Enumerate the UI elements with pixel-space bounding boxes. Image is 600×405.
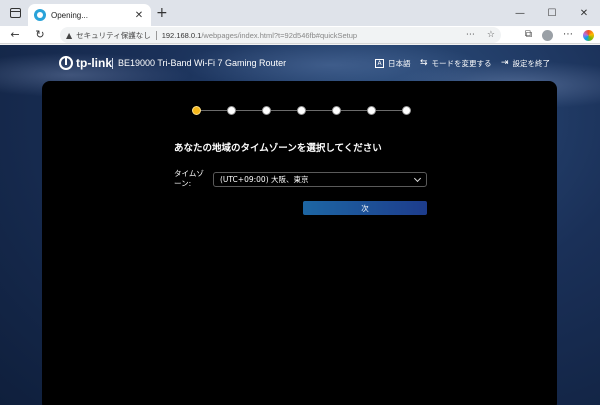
language-selector[interactable]: A 日本語 bbox=[375, 58, 411, 69]
tplink-logo-icon bbox=[59, 56, 73, 70]
window-menu-icon[interactable] bbox=[10, 8, 21, 18]
timezone-label: タイムゾーン: bbox=[174, 169, 204, 188]
tplink-favicon-icon bbox=[34, 9, 46, 21]
more-dots-icon[interactable]: ⋯ bbox=[466, 30, 475, 40]
url-separator bbox=[155, 30, 157, 40]
browser-titlebar: Opening... ✕ + — ☐ ✕ bbox=[0, 0, 600, 26]
security-label[interactable]: セキュリティ保護なし bbox=[76, 30, 151, 41]
browser-tools: ⧉ ⋯ bbox=[525, 27, 594, 43]
exit-icon: ⇥ bbox=[501, 58, 509, 68]
change-mode-button[interactable]: ⇆ モードを変更する bbox=[420, 58, 492, 69]
collections-icon[interactable]: ⧉ bbox=[525, 30, 532, 40]
language-label: 日本語 bbox=[388, 59, 411, 68]
url-host[interactable]: 192.168.0.1 bbox=[162, 31, 202, 40]
step-1 bbox=[192, 106, 201, 115]
step-2 bbox=[227, 106, 236, 115]
back-button[interactable]: ← bbox=[8, 27, 22, 42]
tab-title: Opening... bbox=[51, 10, 88, 20]
timezone-select[interactable]: (UTC+09:00) 大阪、東京 bbox=[213, 172, 427, 187]
logo-text: tp-link bbox=[76, 56, 112, 70]
menu-dots-icon[interactable]: ⋯ bbox=[563, 30, 573, 40]
router-header: tp-link BE19000 Tri-Band Wi-Fi 7 Gaming … bbox=[0, 45, 600, 83]
exit-setup-button[interactable]: ⇥ 設定を終了 bbox=[501, 58, 550, 69]
url-actions: ⋯ ☆ bbox=[466, 27, 495, 43]
step-6 bbox=[367, 106, 376, 115]
language-icon: A bbox=[375, 59, 384, 68]
minimize-button[interactable]: — bbox=[504, 0, 536, 26]
header-divider bbox=[112, 58, 113, 69]
copilot-icon[interactable] bbox=[583, 29, 594, 41]
step-5 bbox=[332, 106, 341, 115]
window-controls: — ☐ ✕ bbox=[504, 0, 600, 26]
tab-close-icon[interactable]: ✕ bbox=[133, 10, 145, 21]
step-3 bbox=[262, 106, 271, 115]
close-window-button[interactable]: ✕ bbox=[568, 0, 600, 26]
maximize-button[interactable]: ☐ bbox=[536, 0, 568, 26]
router-page: tp-link BE19000 Tri-Band Wi-Fi 7 Gaming … bbox=[0, 45, 600, 405]
step-7 bbox=[402, 106, 411, 115]
change-mode-label: モードを変更する bbox=[431, 59, 492, 68]
favorite-star-icon[interactable]: ☆ bbox=[487, 30, 495, 40]
setup-panel: あなたの地域のタイムゾーンを選択してください タイムゾーン: (UTC+09:0… bbox=[42, 81, 557, 405]
profile-avatar[interactable] bbox=[542, 29, 553, 41]
refresh-button[interactable]: ↻ bbox=[33, 27, 47, 42]
browser-toolbar: ← ↻ ▲ セキュリティ保護なし 192.168.0.1 /webpages/i… bbox=[0, 26, 600, 44]
warning-icon[interactable]: ▲ bbox=[66, 31, 72, 40]
new-tab-button[interactable]: + bbox=[156, 6, 168, 20]
chevron-down-icon bbox=[413, 174, 422, 182]
address-bar[interactable]: ▲ セキュリティ保護なし 192.168.0.1 /webpages/index… bbox=[60, 27, 501, 43]
progress-stepper bbox=[192, 106, 411, 116]
browser-tab[interactable]: Opening... ✕ bbox=[28, 4, 151, 26]
timezone-question: あなたの地域のタイムゾーンを選択してください bbox=[174, 143, 382, 154]
product-name: BE19000 Tri-Band Wi-Fi 7 Gaming Router bbox=[118, 58, 287, 68]
switch-arrows-icon: ⇆ bbox=[420, 58, 428, 68]
url-path[interactable]: /webpages/index.html?t=92d546fb#quickSet… bbox=[201, 31, 357, 40]
exit-label: 設定を終了 bbox=[512, 59, 551, 68]
next-button[interactable]: 次 bbox=[303, 201, 427, 215]
timezone-value: (UTC+09:00) 大阪、東京 bbox=[220, 175, 309, 184]
step-4 bbox=[297, 106, 306, 115]
